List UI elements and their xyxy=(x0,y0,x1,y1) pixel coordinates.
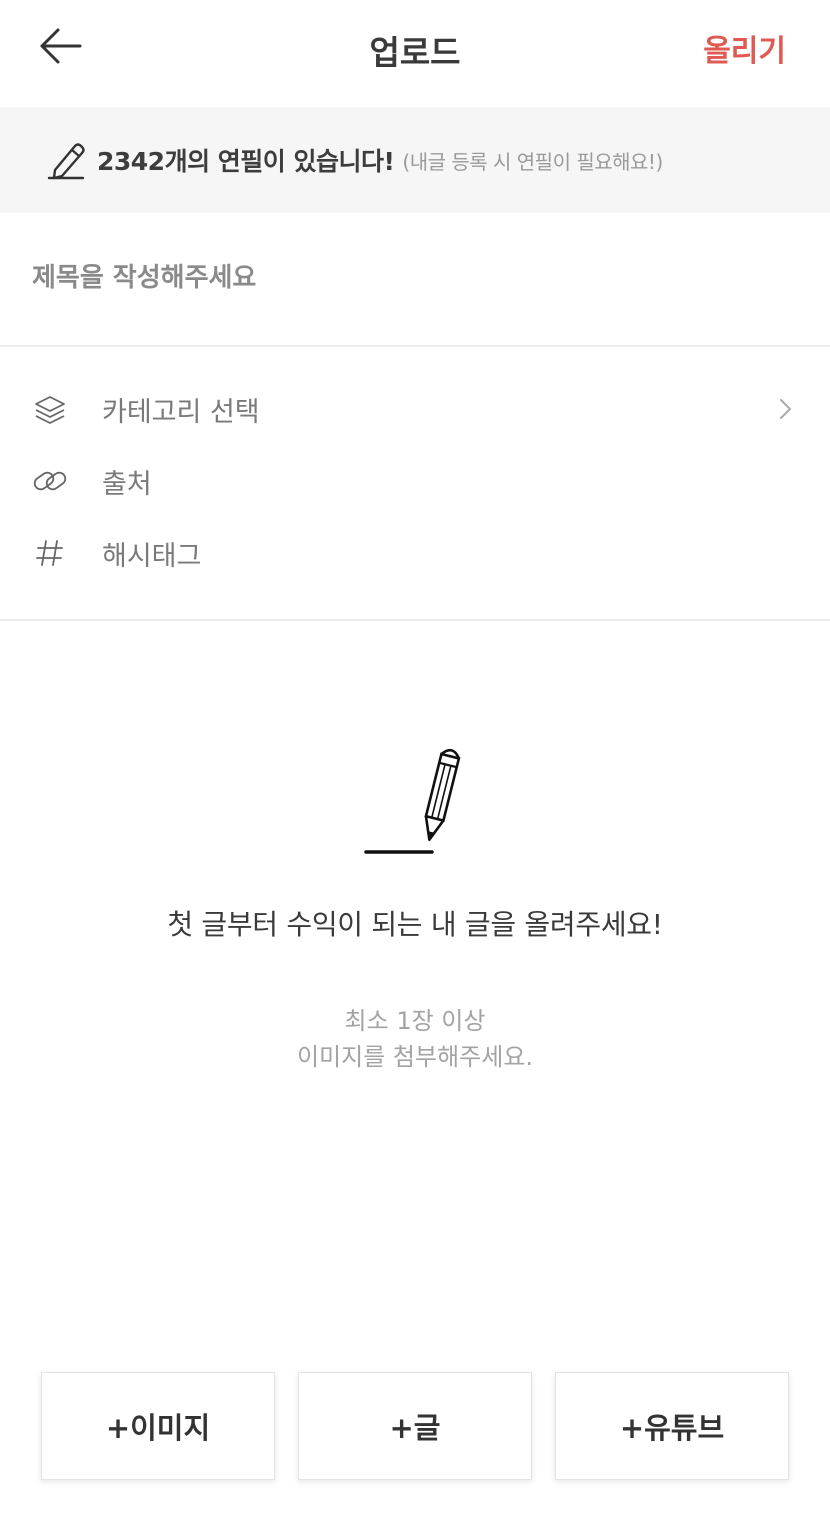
app-header: 업로드 올리기 xyxy=(0,0,830,107)
source-label: 출처 xyxy=(102,468,152,500)
post-options-list: 카테고리 선택 출처 해시태그 xyxy=(0,347,830,621)
upload-submit-button[interactable]: 올리기 xyxy=(703,26,786,70)
hashtag-row[interactable]: 해시태그 xyxy=(0,523,830,583)
source-row[interactable]: 출처 xyxy=(0,451,830,511)
empty-state-hint: 최소 1장 이상 이미지를 첨부해주세요. xyxy=(0,1003,830,1075)
pencil-requirement-note: (내글 등록 시 연필이 필요해요!) xyxy=(402,149,663,174)
hashtag-icon xyxy=(36,540,63,566)
title-section xyxy=(0,213,830,347)
category-select-row[interactable]: 카테고리 선택 xyxy=(0,379,830,439)
link-icon xyxy=(33,471,67,491)
chevron-right-icon xyxy=(780,399,791,419)
add-text-button[interactable]: +글 xyxy=(298,1372,532,1480)
layers-icon xyxy=(35,396,65,424)
pencil-count-banner: 2342개의 연필이 있습니다! (내글 등록 시 연필이 필요해요!) xyxy=(0,107,830,213)
pencil-icon xyxy=(47,143,85,180)
hint-line-1: 최소 1장 이상 xyxy=(344,1007,486,1035)
empty-state-message: 첫 글부터 수익이 되는 내 글을 올려주세요! xyxy=(167,908,663,941)
category-label: 카테고리 선택 xyxy=(102,396,260,428)
pencil-writing-icon xyxy=(364,748,461,854)
title-input[interactable] xyxy=(32,253,792,303)
pencil-count-text: 2342개의 연필이 있습니다! xyxy=(97,147,395,176)
add-youtube-button[interactable]: +유튜브 xyxy=(555,1372,789,1480)
hashtag-label: 해시태그 xyxy=(102,540,202,572)
hint-line-2: 이미지를 첨부해주세요. xyxy=(296,1043,534,1071)
add-image-button[interactable]: +이미지 xyxy=(41,1372,275,1480)
